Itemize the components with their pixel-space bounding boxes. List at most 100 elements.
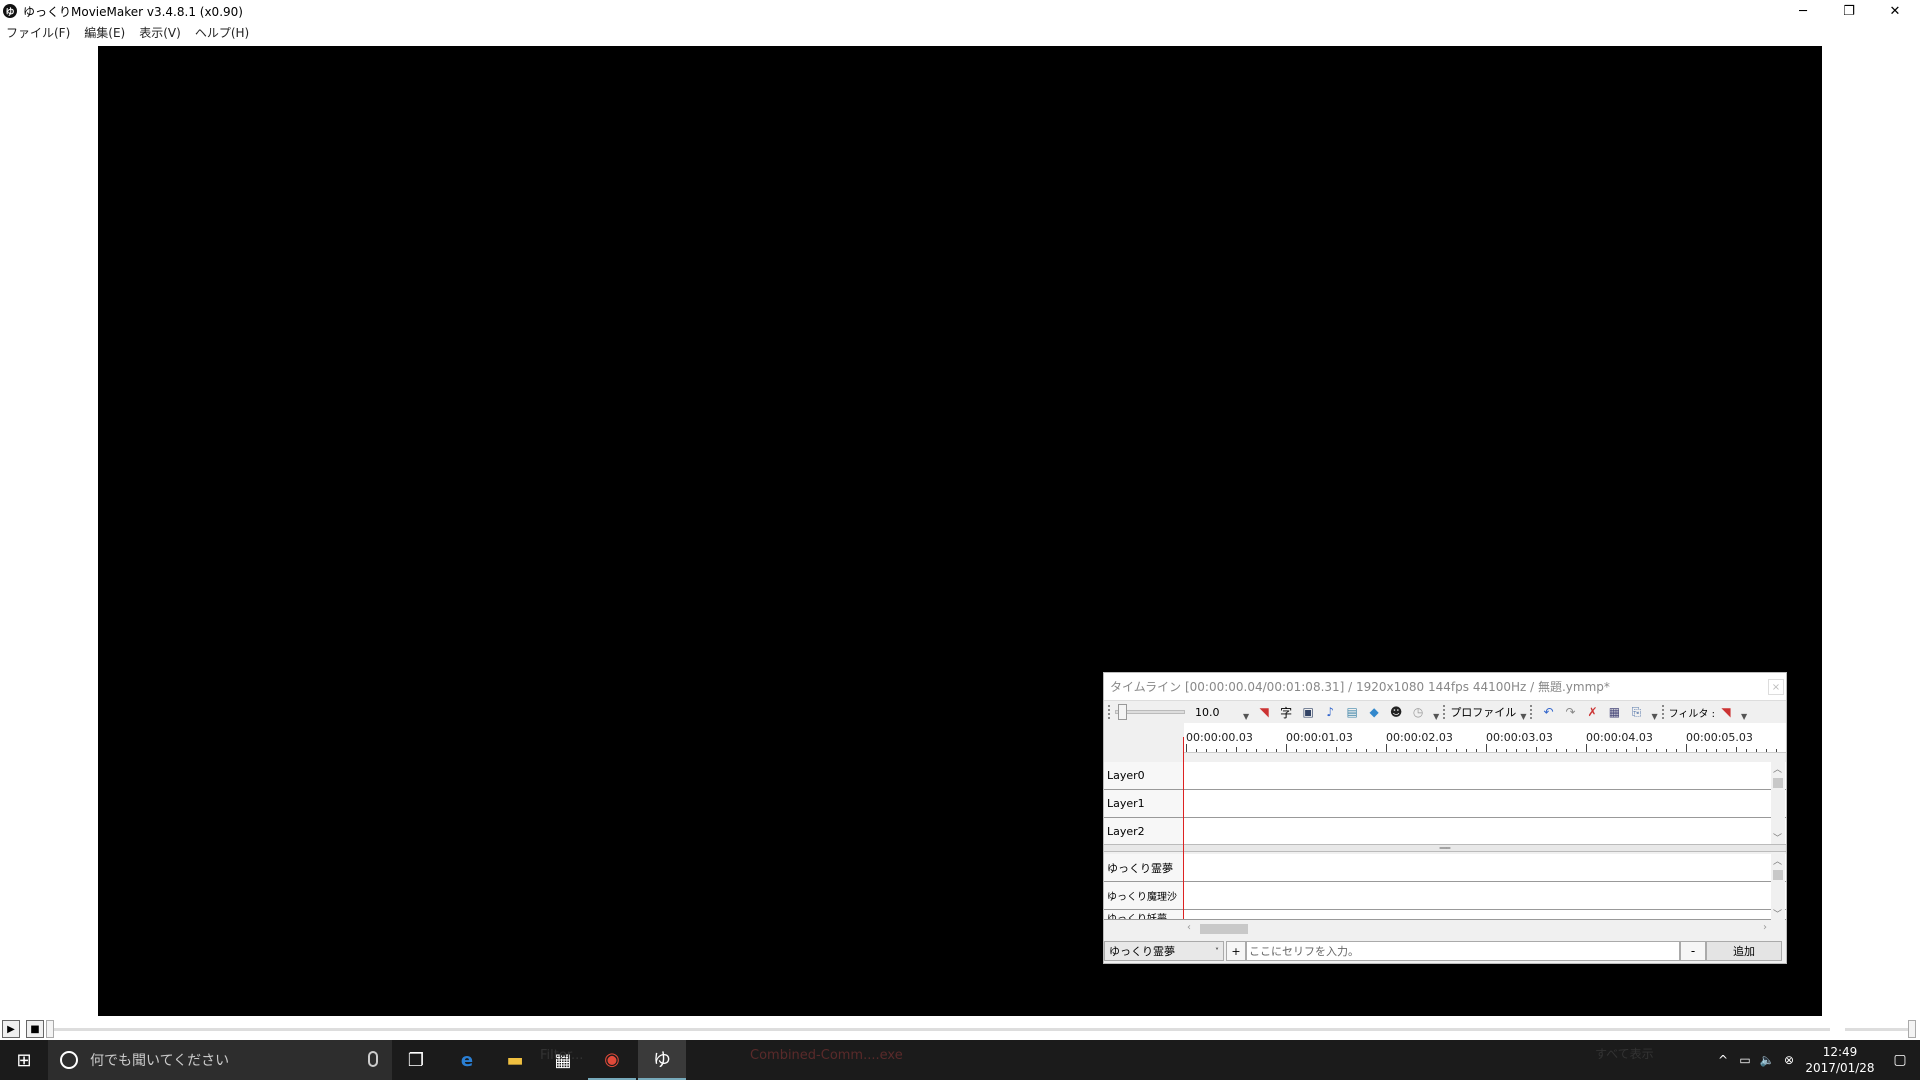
ruler-tick <box>1556 749 1557 752</box>
ruler-tick <box>1626 749 1627 752</box>
scroll-down-icon[interactable]: ﹀ <box>1773 831 1782 844</box>
menu-view[interactable]: 表示(V) <box>139 24 181 41</box>
timeline-horizontal-scrollbar[interactable]: ‹ › <box>1184 922 1770 936</box>
zoom-slider-thumb[interactable] <box>1118 704 1127 720</box>
toolbar-grip[interactable] <box>1108 705 1111 719</box>
chrome-icon[interactable]: ◉ <box>588 1040 636 1080</box>
character-scrollbar[interactable]: ︿ ﹀ <box>1771 854 1785 920</box>
video-add-icon[interactable]: ▣ <box>1300 704 1316 720</box>
pane-splitter[interactable]: ═══ <box>1104 844 1786 852</box>
layer-name: Layer1 <box>1104 790 1184 817</box>
character-name: ゆっくり妖夢 <box>1104 910 1184 919</box>
minimize-button[interactable]: ─ <box>1780 0 1826 22</box>
serif-input[interactable]: ここにセリフを入力。 <box>1246 941 1680 961</box>
ruler-tick <box>1536 747 1537 752</box>
zoom-slider[interactable] <box>1115 704 1185 720</box>
ruler-tick <box>1676 749 1677 752</box>
layer-row[interactable]: Layer2 <box>1104 818 1786 846</box>
dropdown-arrow-icon[interactable]: ▼ <box>1741 712 1747 721</box>
playhead-marker[interactable] <box>1183 737 1184 919</box>
stop-button[interactable]: ■ <box>26 1020 44 1038</box>
character-add-icon[interactable]: ◥ <box>1256 704 1272 720</box>
delete-icon[interactable]: ✗ <box>1584 704 1600 720</box>
menu-edit[interactable]: 編集(E) <box>84 24 125 41</box>
dropdown-arrow-icon[interactable]: ▼ <box>1520 712 1526 721</box>
layer-scroll-thumb[interactable] <box>1773 778 1783 788</box>
scroll-up-icon[interactable]: ︿ <box>1773 854 1782 867</box>
play-button[interactable]: ▶ <box>2 1020 20 1038</box>
add-serif-button[interactable]: 追加 <box>1706 941 1782 961</box>
dropdown-arrow-icon[interactable]: ▼ <box>1433 712 1439 721</box>
volume-thumb[interactable] <box>1908 1020 1916 1038</box>
seek-thumb[interactable] <box>46 1020 54 1038</box>
scroll-left-icon[interactable]: ‹ <box>1187 922 1191 933</box>
volume-slider[interactable] <box>1845 1028 1911 1031</box>
add-character-button[interactable]: + <box>1226 941 1246 961</box>
ruler-tick <box>1576 749 1577 752</box>
ruler-tick <box>1656 749 1657 752</box>
export-icon[interactable]: ⎘ <box>1628 704 1644 720</box>
ruler-tick <box>1506 749 1507 752</box>
toolbar-grip[interactable] <box>1443 705 1446 719</box>
scroll-down-icon[interactable]: ﹀ <box>1773 907 1782 920</box>
effect-add-icon[interactable]: ◷ <box>1410 704 1426 720</box>
ruler-tick <box>1266 749 1267 752</box>
ruler-tick <box>1316 749 1317 752</box>
chevron-up-icon[interactable]: ^ <box>1712 1053 1734 1067</box>
timeline-ruler[interactable]: 00:00:00.03 00:00:01.03 00:00:02.03 00:00:0… <box>1184 723 1786 753</box>
clock[interactable]: 12:49 2017/01/28 <box>1800 1044 1880 1076</box>
character-row[interactable]: ゆっくり妖夢 <box>1104 910 1786 920</box>
layer-scrollbar[interactable]: ︿ ﹀ <box>1771 762 1785 844</box>
task-view-icon[interactable]: ❐ <box>392 1040 440 1080</box>
timeline-close-button[interactable]: × <box>1768 679 1784 695</box>
playback-bar: ▶ ■ <box>0 1018 1920 1040</box>
menu-help[interactable]: ヘルプ(H) <box>195 24 249 41</box>
microphone-icon[interactable] <box>368 1051 378 1067</box>
ruler-tick <box>1426 749 1427 752</box>
toolbar-grip[interactable] <box>1530 705 1533 719</box>
yukkuri-moviemaker-icon[interactable]: ゆ <box>638 1040 686 1080</box>
scroll-up-icon[interactable]: ︿ <box>1773 762 1782 775</box>
toolbar-grip[interactable] <box>1661 705 1665 719</box>
ruler-tick <box>1756 749 1757 752</box>
ruler-tick <box>1686 744 1687 752</box>
dropdown-arrow-icon[interactable]: ▼ <box>1243 712 1249 721</box>
network-icon[interactable]: ▭ <box>1734 1053 1756 1067</box>
audio-add-icon[interactable]: ♪ <box>1322 704 1338 720</box>
ruler-tick <box>1446 749 1447 752</box>
character-scroll-thumb[interactable] <box>1773 870 1783 880</box>
cortana-search[interactable]: 何でも聞いてください <box>48 1040 392 1080</box>
horizontal-scroll-thumb[interactable] <box>1200 924 1248 934</box>
layer-row[interactable]: Layer1 <box>1104 790 1786 818</box>
seek-bar[interactable] <box>50 1028 1830 1031</box>
volume-icon[interactable]: 🔈 <box>1756 1053 1778 1067</box>
layer-row[interactable]: Layer0 <box>1104 762 1786 790</box>
undo-icon[interactable]: ↶ <box>1540 704 1556 720</box>
scroll-right-icon[interactable]: › <box>1763 922 1767 933</box>
save-icon[interactable]: ▦ <box>1606 704 1622 720</box>
shape-add-icon[interactable]: ◆ <box>1366 704 1382 720</box>
filter-icon[interactable]: ◥ <box>1718 704 1734 720</box>
text-add-icon[interactable]: 字 <box>1278 704 1294 720</box>
notification-icon[interactable]: ▢ <box>1880 1052 1920 1068</box>
edge-icon[interactable]: e <box>443 1040 491 1080</box>
close-button[interactable]: ✕ <box>1872 0 1918 22</box>
file-explorer-icon[interactable]: ▬ <box>491 1040 539 1080</box>
ruler-tick <box>1566 749 1567 752</box>
tachie-add-icon[interactable]: ☻ <box>1388 704 1404 720</box>
menu-file[interactable]: ファイル(F) <box>6 24 70 41</box>
redo-icon[interactable]: ↷ <box>1562 704 1578 720</box>
start-button[interactable]: ⊞ <box>0 1040 48 1080</box>
remove-button[interactable]: - <box>1680 941 1706 961</box>
image-add-icon[interactable]: ▤ <box>1344 704 1360 720</box>
character-row[interactable]: ゆっくり魔理沙 <box>1104 882 1786 910</box>
profile-label[interactable]: プロファイル <box>1450 704 1516 720</box>
dropdown-arrow-icon[interactable]: ▼ <box>1651 712 1657 721</box>
ruler-tick <box>1296 749 1297 752</box>
status-icon[interactable]: ⊗ <box>1778 1053 1800 1067</box>
restore-button[interactable]: ❐ <box>1826 0 1872 22</box>
ruler-tick <box>1616 749 1617 752</box>
ruler-tick <box>1256 749 1257 752</box>
character-select[interactable]: ゆっくり霊夢 ˅ <box>1104 941 1224 961</box>
character-row[interactable]: ゆっくり霊夢 <box>1104 854 1786 882</box>
